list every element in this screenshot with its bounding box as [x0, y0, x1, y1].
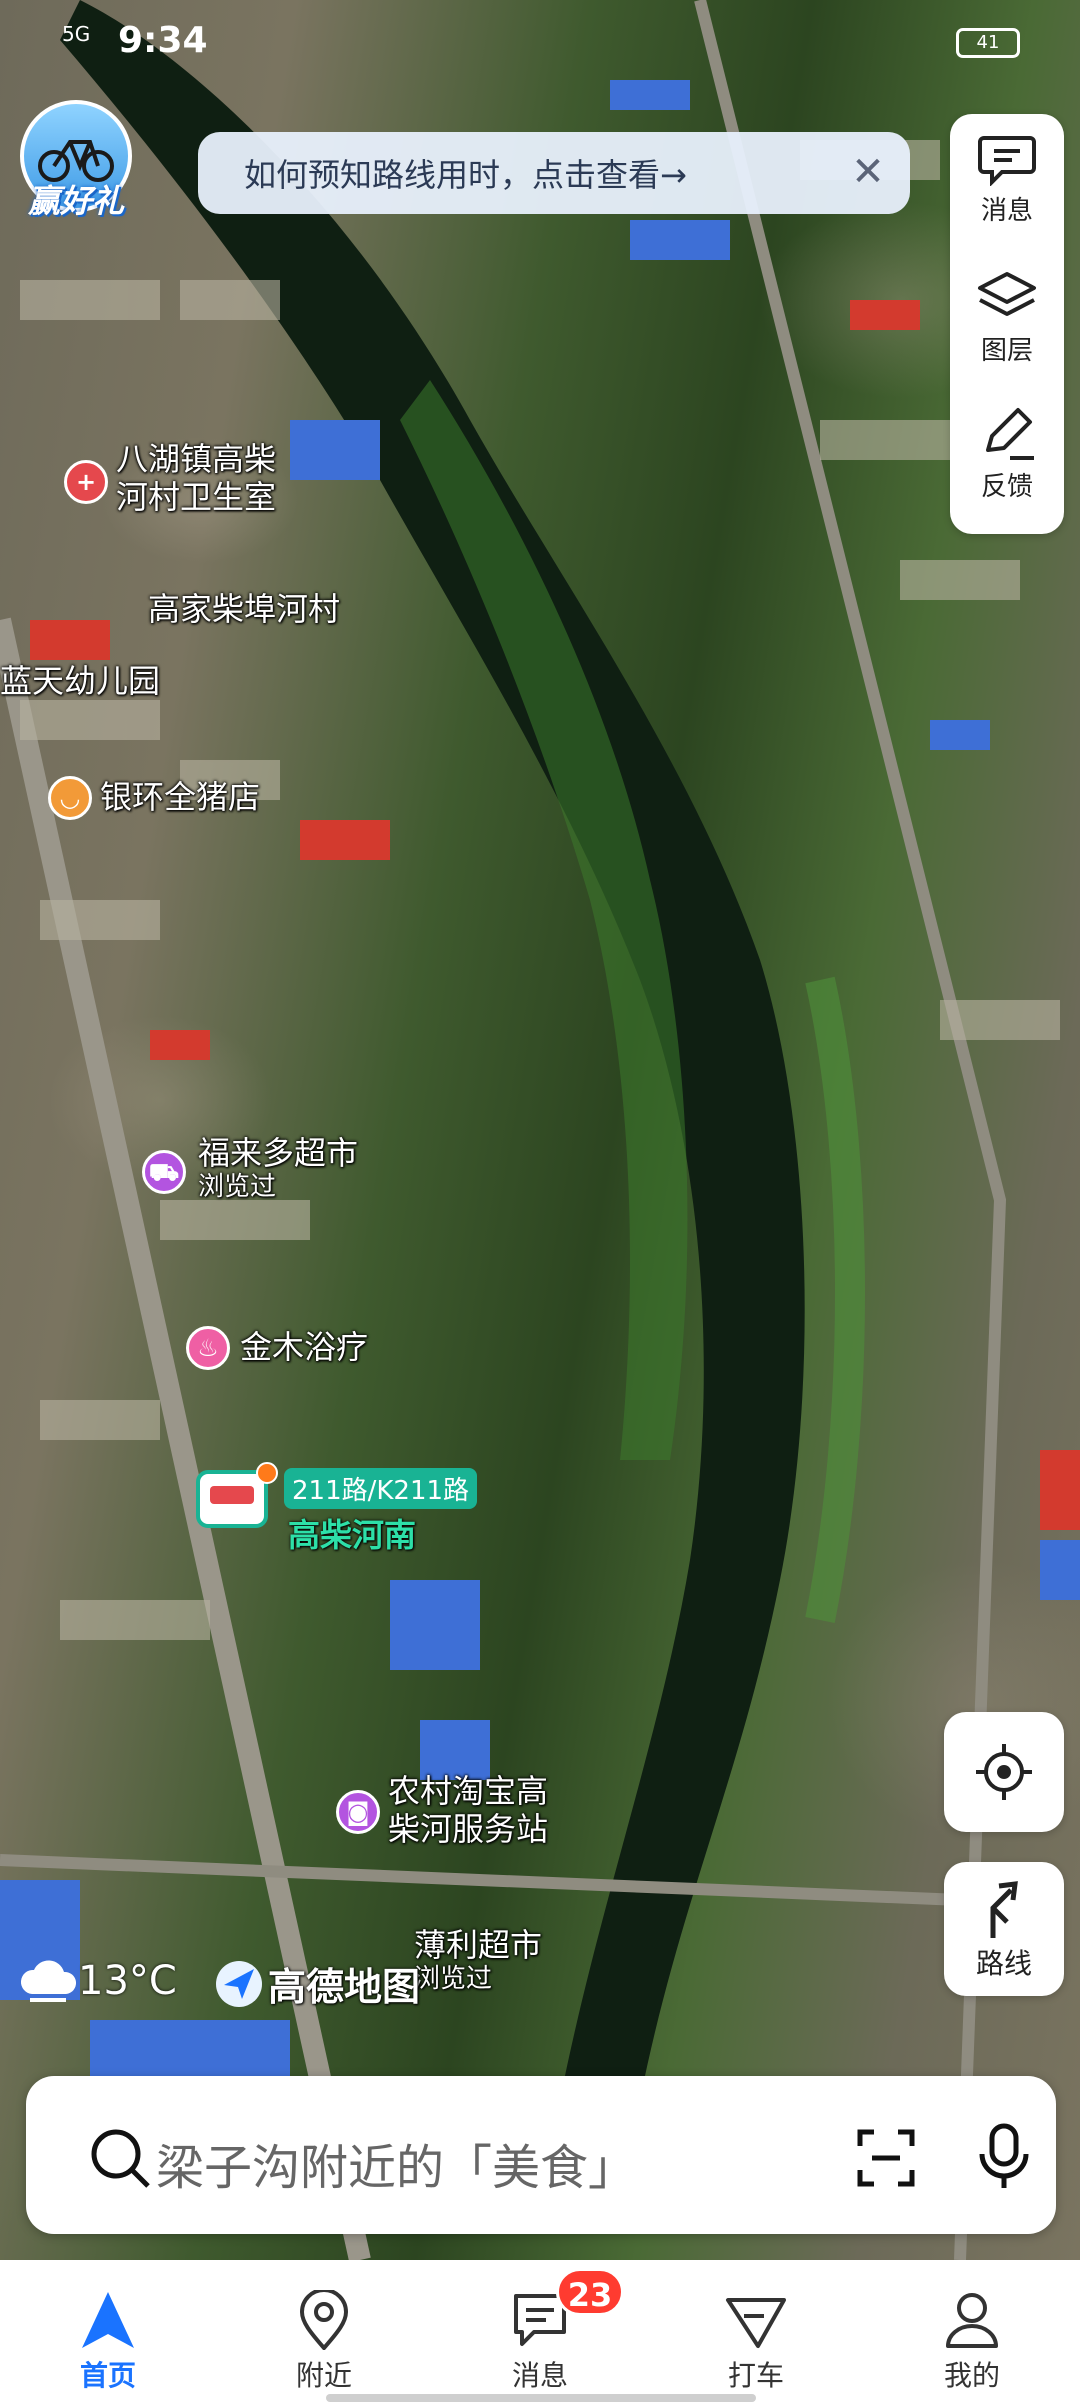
- message-icon: [978, 136, 1036, 186]
- poi-supermarket-2-name: 薄利超市: [414, 1926, 543, 1964]
- poi-bath[interactable]: 金木浴疗: [240, 1328, 368, 1366]
- poi-taobao-line2: 柴河服务站: [388, 1810, 549, 1848]
- poi-clinic-line1: 八湖镇高柴: [116, 440, 277, 478]
- shopping-cart-icon[interactable]: ⛟: [142, 1150, 186, 1194]
- cloud-icon: [20, 1960, 77, 2002]
- profile-icon: [946, 2293, 998, 2348]
- nav-taxi-label: 打车: [727, 2359, 784, 2392]
- poi-supermarket-1-name: 福来多超市: [198, 1134, 359, 1172]
- nav-messages-label: 消息: [511, 2359, 568, 2392]
- nav-home-label: 首页: [79, 2359, 136, 2392]
- shop-bag-icon[interactable]: ◙: [336, 1790, 380, 1834]
- crosshair-icon: [976, 1744, 1032, 1800]
- satellite-map[interactable]: [0, 0, 1080, 2260]
- tip-banner[interactable]: 如何预知路线用时，点击查看→ ✕: [198, 132, 910, 214]
- layers-button[interactable]: 图层: [950, 250, 1064, 380]
- promo-label: 赢好礼: [27, 182, 124, 220]
- search-icon: [91, 2129, 150, 2188]
- feedback-button[interactable]: 反馈: [950, 386, 1064, 516]
- search-bar[interactable]: 梁子沟附近的「美食」: [26, 2076, 1056, 2234]
- poi-clinic[interactable]: 八湖镇高柴 河村卫生室: [116, 440, 276, 516]
- network-indicator: 5G: [62, 22, 91, 46]
- poi-supermarket-1[interactable]: 福来多超市 浏览过: [198, 1134, 358, 1202]
- messages-label: 消息: [980, 196, 1033, 226]
- favorite-dot-icon: [256, 1462, 278, 1484]
- locate-button[interactable]: [944, 1712, 1064, 1832]
- nav-profile-label: 我的: [943, 2359, 1000, 2392]
- poi-supermarket-1-note: 浏览过: [198, 1172, 277, 1202]
- poi-taobao[interactable]: 农村淘宝高 柴河服务站: [388, 1772, 548, 1848]
- bus-stop-name[interactable]: 高柴河南: [288, 1510, 416, 1556]
- route-label: 路线: [975, 1947, 1032, 1980]
- nav-taxi[interactable]: 打车: [648, 2260, 864, 2408]
- brand-logo: 高德地图: [216, 1956, 420, 2011]
- nav-nearby[interactable]: 附近: [216, 2260, 432, 2408]
- amap-logo-icon: [216, 1960, 262, 2007]
- nav-nearby-label: 附近: [295, 2359, 352, 2392]
- microphone-icon[interactable]: [976, 2122, 1032, 2192]
- close-icon[interactable]: ✕: [846, 150, 890, 194]
- battery-icon: 41: [956, 28, 1020, 58]
- tip-text: 如何预知路线用时，点击查看→: [244, 156, 687, 194]
- home-indicator[interactable]: [326, 2394, 756, 2402]
- home-arrow-icon: [82, 2292, 134, 2348]
- poi-pig-shop[interactable]: 银环全猪店: [100, 778, 260, 816]
- bath-icon[interactable]: ♨: [186, 1326, 230, 1370]
- map-terrain: [0, 0, 1080, 2260]
- poi-supermarket-2[interactable]: 薄利超市 浏览过: [414, 1926, 542, 1994]
- clinic-icon[interactable]: +: [64, 460, 108, 504]
- status-bar: 5G 9:34 41: [0, 0, 1080, 80]
- poi-clinic-line2: 河村卫生室: [116, 478, 277, 516]
- location-pin-icon: [299, 2290, 349, 2350]
- brand-name: 高德地图: [268, 1965, 421, 2009]
- status-time: 9:34: [118, 20, 208, 61]
- nav-profile[interactable]: 我的: [864, 2260, 1080, 2408]
- route-arrow-icon: [990, 1881, 1018, 1938]
- taxi-icon: [726, 2298, 786, 2348]
- feedback-label: 反馈: [980, 472, 1033, 502]
- poi-village[interactable]: 高家柴埠河村: [148, 590, 340, 628]
- unread-badge: 23: [556, 2268, 624, 2316]
- restaurant-icon[interactable]: ◡: [48, 776, 92, 820]
- search-input[interactable]: 梁子沟附近的「美食」: [156, 2128, 636, 2198]
- poi-taobao-line1: 农村淘宝高: [388, 1772, 549, 1810]
- weather-widget[interactable]: 13°C: [18, 1956, 177, 2006]
- nav-home[interactable]: 首页: [0, 2260, 216, 2408]
- layers-label: 图层: [980, 336, 1033, 366]
- poi-supermarket-2-note: 浏览过: [414, 1964, 493, 1994]
- bus-lines-label[interactable]: 211路/K211路: [284, 1468, 478, 1509]
- route-button[interactable]: 路线: [944, 1862, 1064, 1996]
- promo-badge[interactable]: 赢好礼: [16, 100, 136, 222]
- map-tools-panel: 消息 图层 反馈: [950, 114, 1064, 534]
- scan-icon[interactable]: [856, 2128, 916, 2188]
- weather-temp: 13°C: [78, 1958, 177, 2004]
- nav-messages[interactable]: 消息 23: [432, 2260, 648, 2408]
- layers-icon: [978, 272, 1036, 316]
- messages-button[interactable]: 消息: [950, 114, 1064, 244]
- bottom-nav: 首页 附近 消息 23 打车 我的: [0, 2260, 1080, 2408]
- poi-kindergarten[interactable]: 蓝天幼儿园: [0, 662, 160, 700]
- feedback-pencil-icon: [986, 408, 1034, 460]
